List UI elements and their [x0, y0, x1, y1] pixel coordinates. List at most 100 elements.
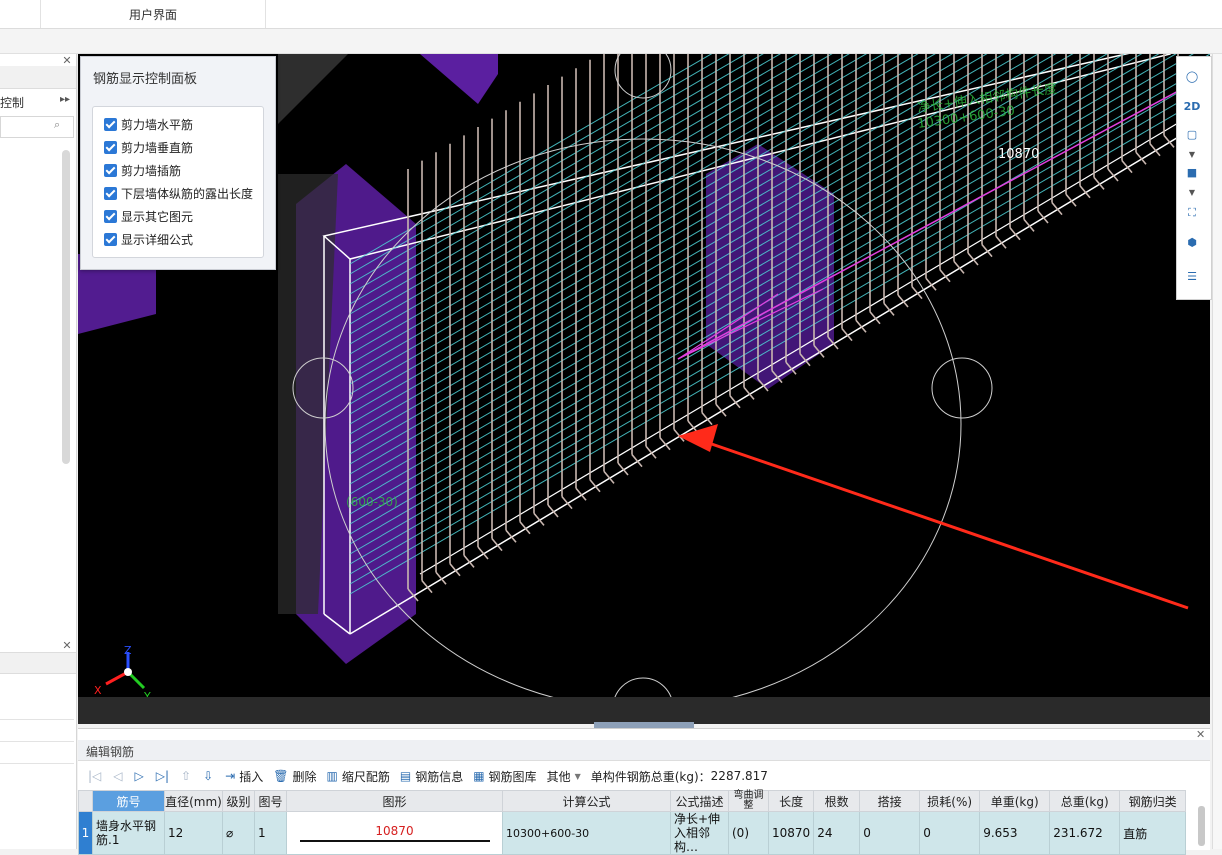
last-record-icon[interactable]: ▷| — [156, 769, 169, 783]
left-panel-row[interactable] — [0, 700, 74, 720]
row-number[interactable]: 1 — [78, 811, 93, 855]
cell-lap[interactable]: 0 — [859, 811, 921, 855]
scale-rebar-button[interactable]: ▥ 缩尺配筋 — [326, 768, 389, 785]
checkbox-checked-icon[interactable] — [104, 186, 117, 200]
cell-total-weight[interactable]: 231.672 — [1049, 811, 1121, 855]
search-icon[interactable]: ⌕ — [54, 118, 60, 132]
cell-grade[interactable]: ⌀ — [222, 811, 255, 855]
column-header[interactable]: 图形 — [286, 790, 503, 812]
double-chevron-right-icon[interactable]: ▸▸ — [60, 94, 70, 105]
column-header[interactable]: 长度 — [767, 790, 815, 812]
ribbon-bar — [0, 29, 1222, 54]
option-show-other-elements[interactable]: 显示其它图元 — [104, 206, 193, 226]
column-header[interactable]: 直径(mm) — [164, 790, 223, 812]
column-header[interactable]: 公式描述 — [670, 790, 729, 812]
cell-diameter[interactable]: 12 — [164, 811, 223, 855]
cell-bar-name[interactable]: 墙身水平钢筋.1 — [92, 811, 165, 855]
checkbox-checked-icon[interactable] — [104, 140, 117, 154]
scale-icon: ▥ — [326, 769, 338, 783]
cell-count[interactable]: 24 — [813, 811, 861, 855]
list-eye-icon[interactable]: ☰ — [1180, 266, 1204, 288]
rebar-info-button[interactable]: ▤ 钢筋信息 — [400, 768, 463, 785]
rebar-table: 筋号 直径(mm) 级别 图号 图形 计算公式 公式描述 弯曲调整 长度 根数 … — [78, 790, 1187, 855]
cube-solid-icon[interactable]: ■ — [1180, 162, 1204, 184]
option-shear-wall-horizontal[interactable]: 剪力墙水平筋 — [104, 114, 193, 134]
left-panel-row[interactable] — [0, 744, 74, 764]
other-dropdown[interactable]: 其他 ▼ — [547, 768, 581, 785]
prev-record-icon[interactable]: ◁ — [113, 769, 122, 783]
cell-bend-adjust[interactable]: (0) — [728, 811, 769, 855]
move-down-icon[interactable]: ⇩ — [203, 769, 213, 783]
first-record-icon[interactable]: |◁ — [88, 769, 101, 783]
option-label: 显示其它图元 — [121, 209, 194, 224]
column-header[interactable]: 根数 — [813, 790, 861, 812]
cell-formula-desc[interactable]: 净长+伸入相邻构… — [670, 811, 729, 855]
option-shear-wall-dowel[interactable]: 剪力墙插筋 — [104, 160, 181, 180]
table-scrollbar[interactable] — [1198, 806, 1205, 846]
insert-icon: ⇥ — [225, 769, 236, 783]
editor-title: 编辑钢筋 — [86, 745, 135, 759]
column-header[interactable]: 筋号 — [92, 790, 165, 812]
option-shear-wall-vertical[interactable]: 剪力墙垂直筋 — [104, 137, 193, 157]
editor-toolbar: |◁ ◁ ▷ ▷| ⇧ ⇩ ⇥ 插入 🗑 删除 ▥ 缩尺配筋 ▤ 钢筋信息 ▦ 钢筋图库 … — [78, 764, 1210, 788]
column-header[interactable]: 计算公式 — [502, 790, 671, 812]
total-weight-label: 单构件钢筋总重(kg)： — [590, 769, 711, 784]
model-view-icon[interactable]: ⬢ — [1180, 232, 1204, 254]
close-icon[interactable]: ✕ — [60, 639, 74, 653]
option-exposed-length[interactable]: 下层墙体纵筋的露出长度 — [104, 183, 253, 203]
cell-formula[interactable]: 10300+600-30 — [502, 811, 671, 855]
corner-cell — [78, 790, 93, 812]
cube-outline-icon[interactable]: ▢ — [1180, 124, 1204, 146]
cell-figure-no[interactable]: 1 — [254, 811, 287, 855]
move-up-icon[interactable]: ⇧ — [181, 769, 191, 783]
next-record-icon[interactable]: ▷ — [135, 769, 144, 783]
chevron-down-icon[interactable]: ▼ — [1180, 182, 1204, 204]
column-header[interactable]: 搭接 — [859, 790, 921, 812]
left-search-input[interactable] — [0, 116, 74, 138]
dimension-label: 10870 — [998, 147, 1039, 162]
total-weight: 单构件钢筋总重(kg)： 2287.817 — [591, 768, 768, 785]
info-label: 钢筋信息 — [415, 769, 464, 784]
delete-button[interactable]: 🗑 删除 — [273, 768, 316, 785]
2d-view-icon[interactable]: 2D — [1180, 96, 1204, 118]
option-label: 剪力墙水平筋 — [121, 117, 194, 132]
fullscreen-icon[interactable]: ⛶ — [1180, 202, 1204, 224]
column-header[interactable]: 总重(kg) — [1049, 790, 1121, 812]
tab-user-interface[interactable]: 用户界面 — [40, 0, 266, 28]
scale-label: 缩尺配筋 — [341, 769, 390, 784]
cell-unit-weight[interactable]: 9.653 — [979, 811, 1051, 855]
column-header[interactable]: 钢筋归类 — [1119, 790, 1187, 812]
column-header[interactable]: 级别 — [222, 790, 255, 812]
rebar-library-button[interactable]: ▦ 钢筋图库 — [473, 768, 536, 785]
left-panel-section-header — [0, 652, 76, 674]
option-show-detailed-formula[interactable]: 显示详细公式 — [104, 229, 193, 249]
insert-button[interactable]: ⇥ 插入 — [225, 768, 263, 785]
column-header[interactable]: 单重(kg) — [979, 790, 1051, 812]
cell-length[interactable]: 10870 — [767, 811, 815, 855]
globe-icon[interactable]: ◯ — [1180, 66, 1204, 88]
column-header[interactable]: 损耗(%) — [919, 790, 981, 812]
checkbox-checked-icon[interactable] — [104, 209, 117, 223]
checkbox-checked-icon[interactable] — [104, 117, 117, 131]
other-label: 其他 — [546, 769, 571, 784]
option-label: 显示详细公式 — [121, 232, 194, 247]
cell-shape[interactable]: 10870 — [286, 811, 503, 855]
editor-header — [78, 740, 1210, 761]
checkbox-checked-icon[interactable] — [104, 163, 117, 177]
option-label: 下层墙体纵筋的露出长度 — [121, 186, 254, 201]
caret-down-icon: ▼ — [574, 771, 581, 781]
close-icon[interactable]: ✕ — [1196, 728, 1205, 741]
left-scrollbar[interactable] — [62, 150, 70, 464]
left-panel-row[interactable] — [0, 722, 74, 742]
checkbox-checked-icon[interactable] — [104, 232, 117, 246]
axis-z-label: Z — [124, 644, 132, 657]
insert-label: 插入 — [239, 769, 264, 784]
table-row[interactable]: 1 墙身水平钢筋.1 12 ⌀ 1 10870 10300+600-30 净长+… — [78, 811, 1187, 855]
cell-category[interactable]: 直筋 — [1119, 811, 1187, 855]
column-header[interactable]: 弯曲调整 — [728, 790, 769, 812]
cell-loss[interactable]: 0 — [919, 811, 981, 855]
library-label: 钢筋图库 — [488, 769, 537, 784]
column-header[interactable]: 图号 — [254, 790, 287, 812]
table-header-row: 筋号 直径(mm) 级别 图号 图形 计算公式 公式描述 弯曲调整 长度 根数 … — [78, 790, 1187, 812]
left-panel-item-label[interactable]: 控制 — [0, 94, 24, 111]
